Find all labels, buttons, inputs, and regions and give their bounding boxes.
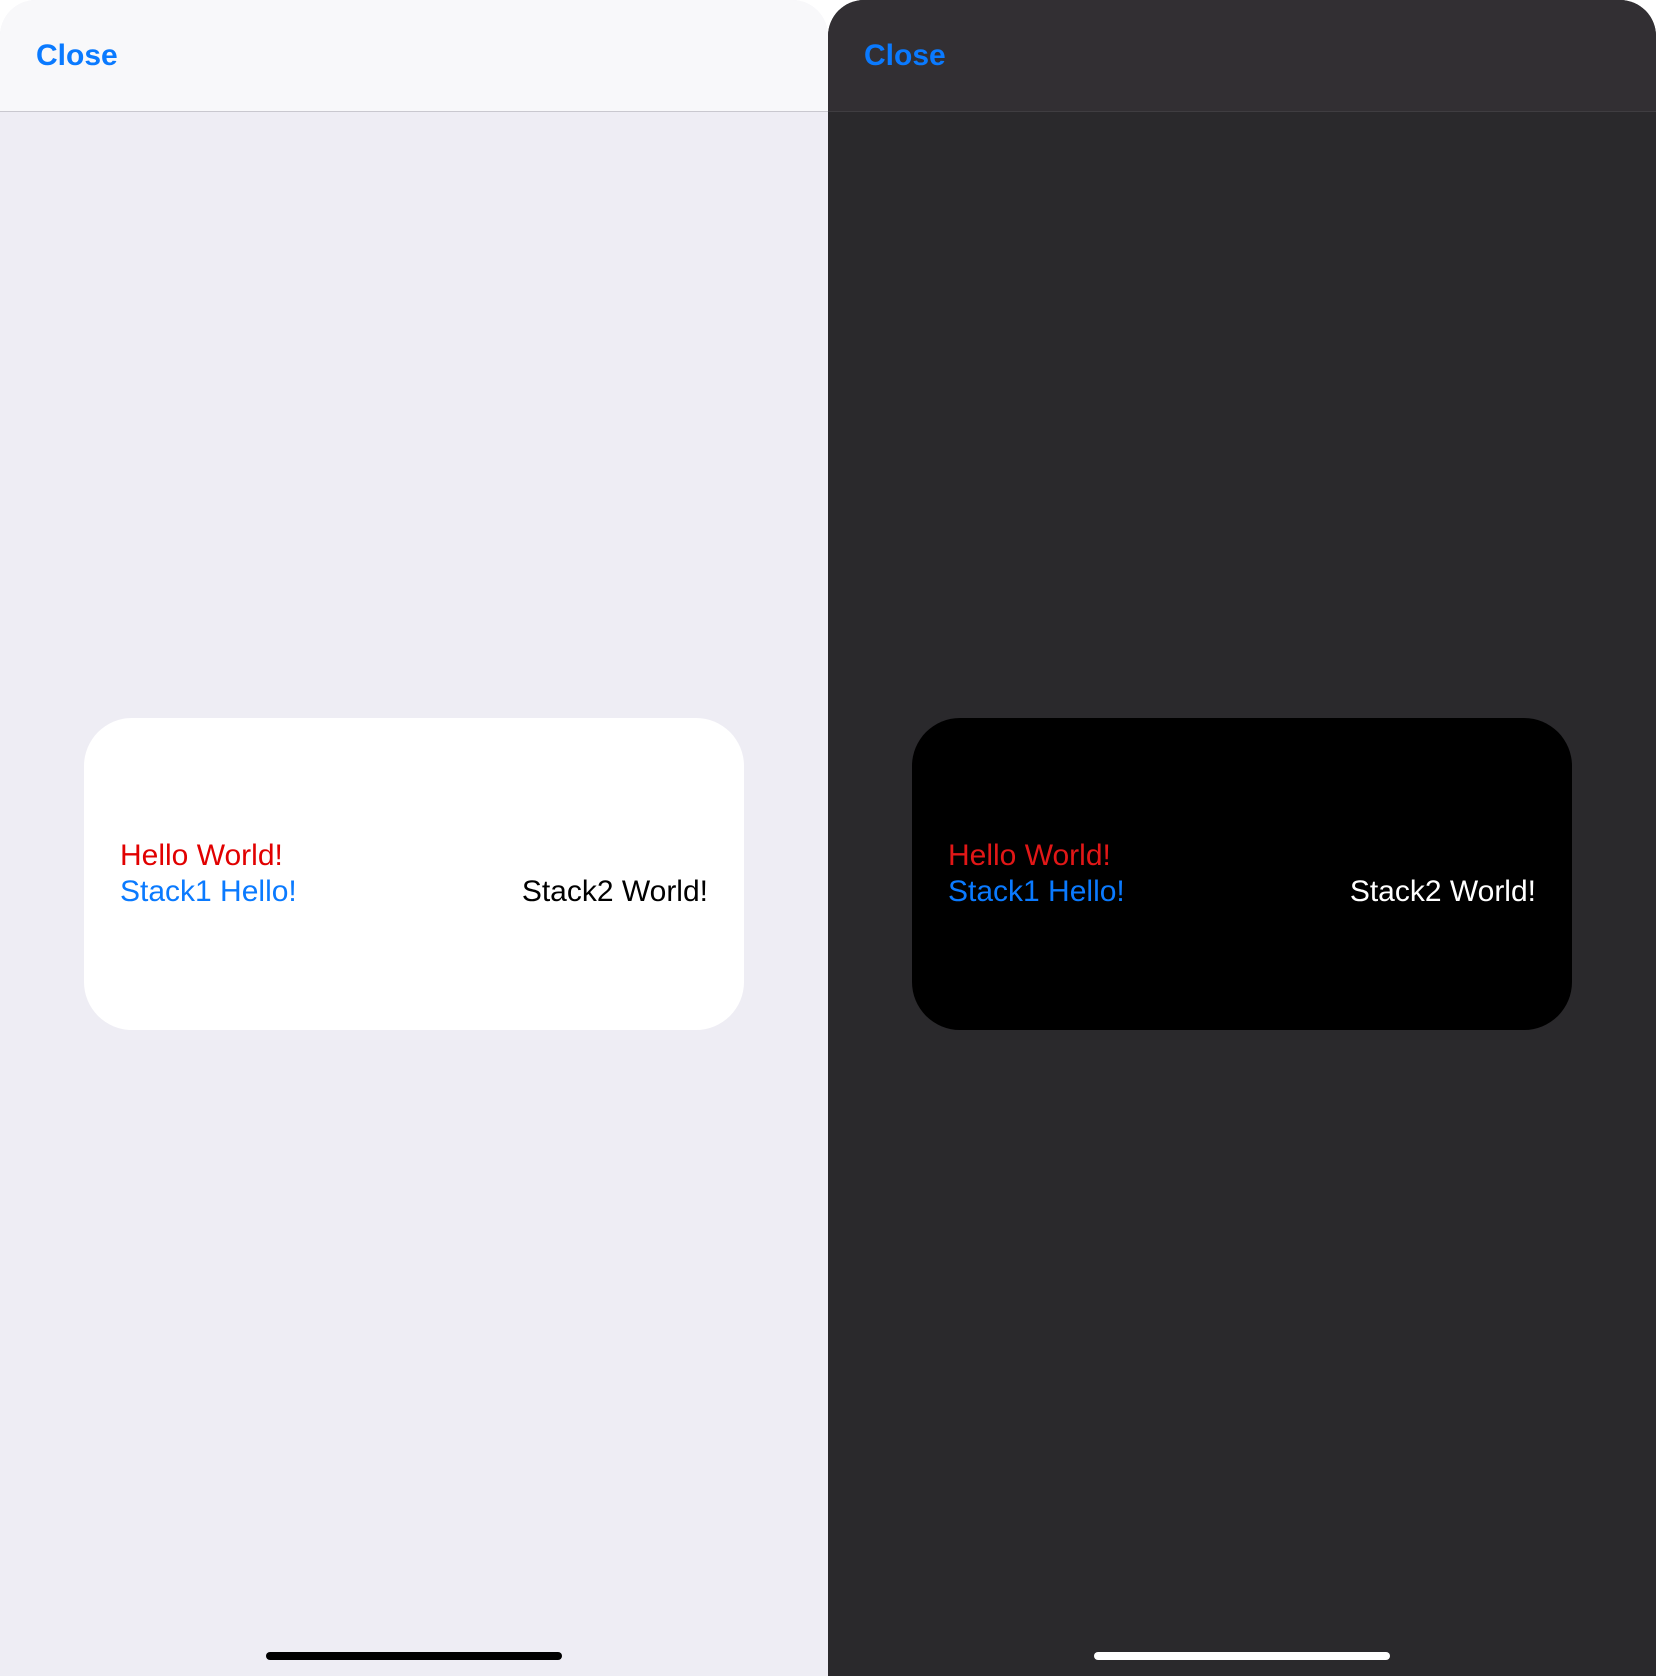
card-light: Hello World! Stack1 Hello! Stack2 World! xyxy=(84,718,744,1030)
stack-left: Hello World! Stack1 Hello! xyxy=(120,838,297,910)
dark-mode-pane: Close Hello World! Stack1 Hello! Stack2 … xyxy=(828,0,1656,1676)
stack2-label: Stack2 World! xyxy=(1350,874,1536,910)
hello-world-label: Hello World! xyxy=(120,838,297,874)
stack-left: Hello World! Stack1 Hello! xyxy=(948,838,1125,910)
card-dark: Hello World! Stack1 Hello! Stack2 World! xyxy=(912,718,1572,1030)
stack1-label: Stack1 Hello! xyxy=(948,874,1125,910)
stack2-label: Stack2 World! xyxy=(522,874,708,910)
close-button[interactable]: Close xyxy=(864,39,946,73)
home-indicator[interactable] xyxy=(1094,1652,1390,1660)
content-area-dark: Hello World! Stack1 Hello! Stack2 World! xyxy=(828,92,1656,1656)
home-indicator[interactable] xyxy=(266,1652,562,1660)
hello-world-label: Hello World! xyxy=(948,838,1125,874)
stack1-label: Stack1 Hello! xyxy=(120,874,297,910)
content-area-light: Hello World! Stack1 Hello! Stack2 World! xyxy=(0,92,828,1656)
close-button[interactable]: Close xyxy=(36,39,118,73)
light-mode-pane: Close Hello World! Stack1 Hello! Stack2 … xyxy=(0,0,828,1676)
